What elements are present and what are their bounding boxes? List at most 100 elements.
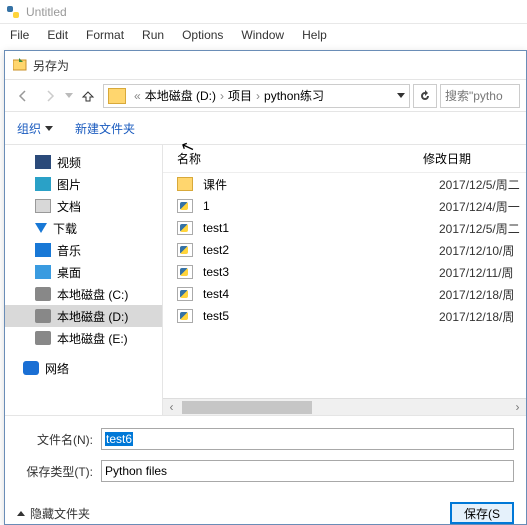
chevron-right-icon: › xyxy=(220,89,224,103)
breadcrumb-drive[interactable]: 本地磁盘 (D:) xyxy=(145,87,216,104)
file-name: test4 xyxy=(203,287,439,301)
scroll-left-icon[interactable]: ‹ xyxy=(163,400,180,414)
nav-tree: 视频图片文档下载音乐桌面本地磁盘 (C:) 本地磁盘 (D:) 本地磁盘 (E:) 网… xyxy=(5,145,163,415)
hide-folders-label: 隐藏文件夹 xyxy=(30,505,90,522)
disk-icon xyxy=(35,331,51,345)
file-date: 2017/12/5/周二 xyxy=(439,176,520,193)
save-icon xyxy=(13,58,27,72)
scroll-track[interactable] xyxy=(180,400,509,415)
tree-item-pic[interactable]: 图片 xyxy=(5,173,162,195)
chevron-down-icon xyxy=(45,126,53,131)
menu-help[interactable]: Help xyxy=(302,28,327,42)
filetype-select[interactable]: Python files xyxy=(101,460,514,482)
search-input[interactable]: 搜索"pytho xyxy=(440,84,520,108)
python-file-icon xyxy=(177,221,193,235)
tree-item-label: 文档 xyxy=(57,198,81,215)
hide-folders-toggle[interactable]: 隐藏文件夹 xyxy=(17,505,90,522)
file-row[interactable]: 12017/12/4/周一 xyxy=(163,195,526,217)
tree-item-doc[interactable]: 文档 xyxy=(5,195,162,217)
ide-menubar: File Edit Format Run Options Window Help xyxy=(0,24,527,46)
file-row[interactable]: test22017/12/10/周 xyxy=(163,239,526,261)
file-date: 2017/12/18/周 xyxy=(439,286,514,303)
scroll-thumb[interactable] xyxy=(182,401,312,414)
main-area: 视频图片文档下载音乐桌面本地磁盘 (C:) 本地磁盘 (D:) 本地磁盘 (E:) 网… xyxy=(5,145,526,415)
desk-icon xyxy=(35,265,51,279)
menu-window[interactable]: Window xyxy=(241,28,284,42)
tree-item-label: 音乐 xyxy=(57,242,81,259)
tree-item-label: 图片 xyxy=(57,176,81,193)
tree-item-disk[interactable]: 本地磁盘 (E:) xyxy=(5,327,162,349)
breadcrumb-dropdown-icon[interactable] xyxy=(397,93,405,98)
nav-row: « 本地磁盘 (D:) › 项目 › python练习 搜索"pytho xyxy=(5,79,526,111)
scroll-right-icon[interactable]: › xyxy=(509,400,526,414)
file-row[interactable]: test42017/12/18/周 xyxy=(163,283,526,305)
folder-icon xyxy=(177,177,193,191)
tree-item-video[interactable]: 视频 xyxy=(5,151,162,173)
new-folder-button[interactable]: 新建文件夹 xyxy=(75,120,135,137)
forward-button xyxy=(38,84,62,108)
network-icon xyxy=(23,361,39,375)
python-icon xyxy=(6,5,20,19)
file-name: 1 xyxy=(203,199,439,213)
save-as-dialog: ↖ 另存为 « 本地磁盘 (D:) › 项目 › python练习 搜索"pyt… xyxy=(4,50,527,525)
tree-item-label: 本地磁盘 (E:) xyxy=(57,330,128,347)
down-icon xyxy=(35,223,47,233)
python-file-icon xyxy=(177,243,193,257)
tree-item-desk[interactable]: 桌面 xyxy=(5,261,162,283)
doc-icon xyxy=(35,199,51,213)
file-date: 2017/12/11/周 xyxy=(439,264,514,281)
list-header: 名称 修改日期 xyxy=(163,145,526,173)
file-name: test3 xyxy=(203,265,439,279)
file-date: 2017/12/4/周一 xyxy=(439,198,520,215)
up-button[interactable] xyxy=(76,84,100,108)
column-date[interactable]: 修改日期 xyxy=(423,150,526,167)
file-list-body: 课件2017/12/5/周二12017/12/4/周一test12017/12/… xyxy=(163,173,526,398)
file-row[interactable]: test32017/12/11/周 xyxy=(163,261,526,283)
menu-file[interactable]: File xyxy=(10,28,29,42)
toolbar-row: 组织 新建文件夹 xyxy=(5,111,526,145)
tree-item-down[interactable]: 下载 xyxy=(5,217,162,239)
python-file-icon xyxy=(177,309,193,323)
file-date: 2017/12/5/周二 xyxy=(439,220,520,237)
bottom-panel: 文件名(N): test6 保存类型(T): Python files xyxy=(5,415,526,496)
tree-item-label: 本地磁盘 (D:) xyxy=(57,308,128,325)
breadcrumb-bar[interactable]: « 本地磁盘 (D:) › 项目 › python练习 xyxy=(103,84,410,108)
menu-run[interactable]: Run xyxy=(142,28,164,42)
file-name: test2 xyxy=(203,243,439,257)
organize-label: 组织 xyxy=(17,120,41,137)
file-row[interactable]: test52017/12/18/周 xyxy=(163,305,526,327)
breadcrumb-folder1[interactable]: 项目 xyxy=(228,87,252,104)
file-list: 名称 修改日期 课件2017/12/5/周二12017/12/4/周一test1… xyxy=(163,145,526,415)
menu-format[interactable]: Format xyxy=(86,28,124,42)
save-button[interactable]: 保存(S xyxy=(450,502,514,524)
chevron-right-icon: › xyxy=(256,89,260,103)
file-name: 课件 xyxy=(203,176,439,193)
tree-item-label: 网络 xyxy=(45,360,69,377)
history-dropdown-icon[interactable] xyxy=(65,93,73,98)
column-name[interactable]: 名称 xyxy=(177,150,423,167)
tree-item-disk[interactable]: 本地磁盘 (C:) xyxy=(5,283,162,305)
breadcrumb-folder2[interactable]: python练习 xyxy=(264,87,324,104)
save-button-label: 保存(S xyxy=(464,505,500,522)
file-row[interactable]: test12017/12/5/周二 xyxy=(163,217,526,239)
filename-value: test6 xyxy=(105,432,133,446)
tree-item-label: 下载 xyxy=(53,220,77,237)
tree-item-music[interactable]: 音乐 xyxy=(5,239,162,261)
refresh-button[interactable] xyxy=(413,84,437,108)
tree-item-label: 本地磁盘 (C:) xyxy=(57,286,128,303)
dialog-titlebar: 另存为 xyxy=(5,51,526,79)
filename-label: 文件名(N): xyxy=(17,431,101,448)
video-icon xyxy=(35,155,51,169)
filename-input[interactable]: test6 xyxy=(101,428,514,450)
tree-item-network[interactable]: 网络 xyxy=(5,357,162,379)
filetype-value: Python files xyxy=(105,464,167,478)
back-button[interactable] xyxy=(11,84,35,108)
file-row[interactable]: 课件2017/12/5/周二 xyxy=(163,173,526,195)
menu-edit[interactable]: Edit xyxy=(47,28,68,42)
organize-menu[interactable]: 组织 xyxy=(17,120,53,137)
menu-options[interactable]: Options xyxy=(182,28,223,42)
breadcrumb-root-chevron[interactable]: « xyxy=(134,89,141,103)
search-placeholder: 搜索"pytho xyxy=(445,87,503,104)
horizontal-scrollbar[interactable]: ‹ › xyxy=(163,398,526,415)
tree-item-disk[interactable]: 本地磁盘 (D:) xyxy=(5,305,162,327)
